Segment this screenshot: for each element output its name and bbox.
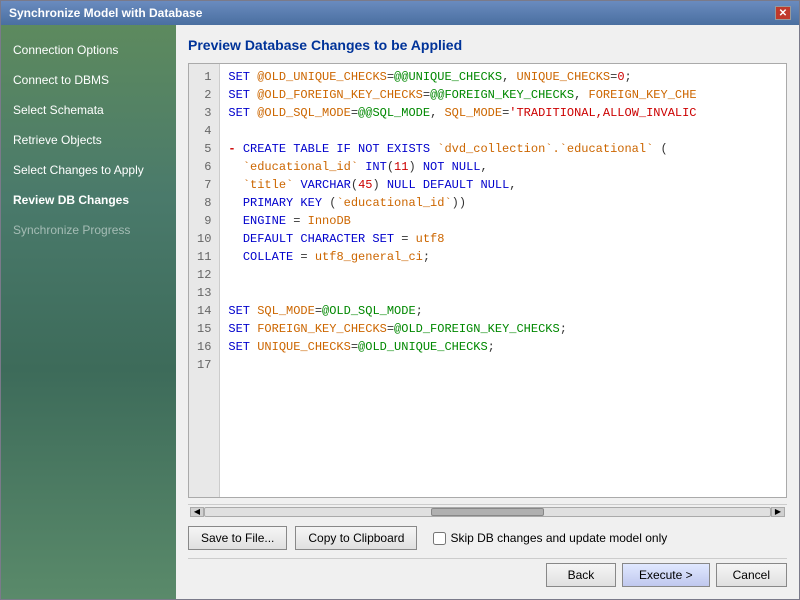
sidebar-item-select-schemata[interactable]: Select Schemata (1, 95, 176, 125)
bottom-buttons-row: Save to File... Copy to Clipboard Skip D… (188, 526, 787, 550)
sidebar-item-select-changes[interactable]: Select Changes to Apply (1, 155, 176, 185)
back-button[interactable]: Back (546, 563, 616, 587)
code-content[interactable]: SET @OLD_UNIQUE_CHECKS=@@UNIQUE_CHECKS, … (220, 64, 786, 497)
scroll-right-button[interactable]: ▶ (771, 507, 785, 517)
window-title: Synchronize Model with Database (9, 6, 202, 20)
title-bar: Synchronize Model with Database ✕ (1, 1, 799, 25)
footer-buttons: Back Execute > Cancel (188, 558, 787, 587)
sidebar-item-connection-options[interactable]: Connection Options (1, 35, 176, 65)
sidebar-item-retrieve-objects[interactable]: Retrieve Objects (1, 125, 176, 155)
sidebar-item-connect-to-dbms[interactable]: Connect to DBMS (1, 65, 176, 95)
skip-checkbox-area: Skip DB changes and update model only (433, 531, 667, 545)
cancel-button[interactable]: Cancel (716, 563, 787, 587)
sidebar: Connection Options Connect to DBMS Selec… (1, 25, 176, 599)
save-to-file-button[interactable]: Save to File... (188, 526, 287, 550)
horizontal-scrollbar[interactable]: ◀ ▶ (188, 504, 787, 518)
main-window: Synchronize Model with Database ✕ Connec… (0, 0, 800, 600)
line-numbers: 1 2 3 4 5 6 7 8 9 10 11 12 13 14 15 16 1… (189, 64, 220, 497)
main-content: Preview Database Changes to be Applied 1… (176, 25, 799, 599)
sidebar-item-review-db-changes[interactable]: Review DB Changes (1, 185, 176, 215)
scroll-track[interactable] (204, 507, 771, 517)
content-area: Connection Options Connect to DBMS Selec… (1, 25, 799, 599)
sidebar-item-synchronize-progress: Synchronize Progress (1, 215, 176, 245)
page-title: Preview Database Changes to be Applied (188, 37, 787, 53)
scroll-left-button[interactable]: ◀ (190, 507, 204, 517)
execute-button[interactable]: Execute > (622, 563, 710, 587)
skip-label: Skip DB changes and update model only (450, 531, 667, 545)
code-editor[interactable]: 1 2 3 4 5 6 7 8 9 10 11 12 13 14 15 16 1… (188, 63, 787, 498)
skip-checkbox[interactable] (433, 532, 446, 545)
copy-to-clipboard-button[interactable]: Copy to Clipboard (295, 526, 417, 550)
scroll-thumb[interactable] (431, 508, 544, 516)
close-button[interactable]: ✕ (775, 6, 791, 20)
